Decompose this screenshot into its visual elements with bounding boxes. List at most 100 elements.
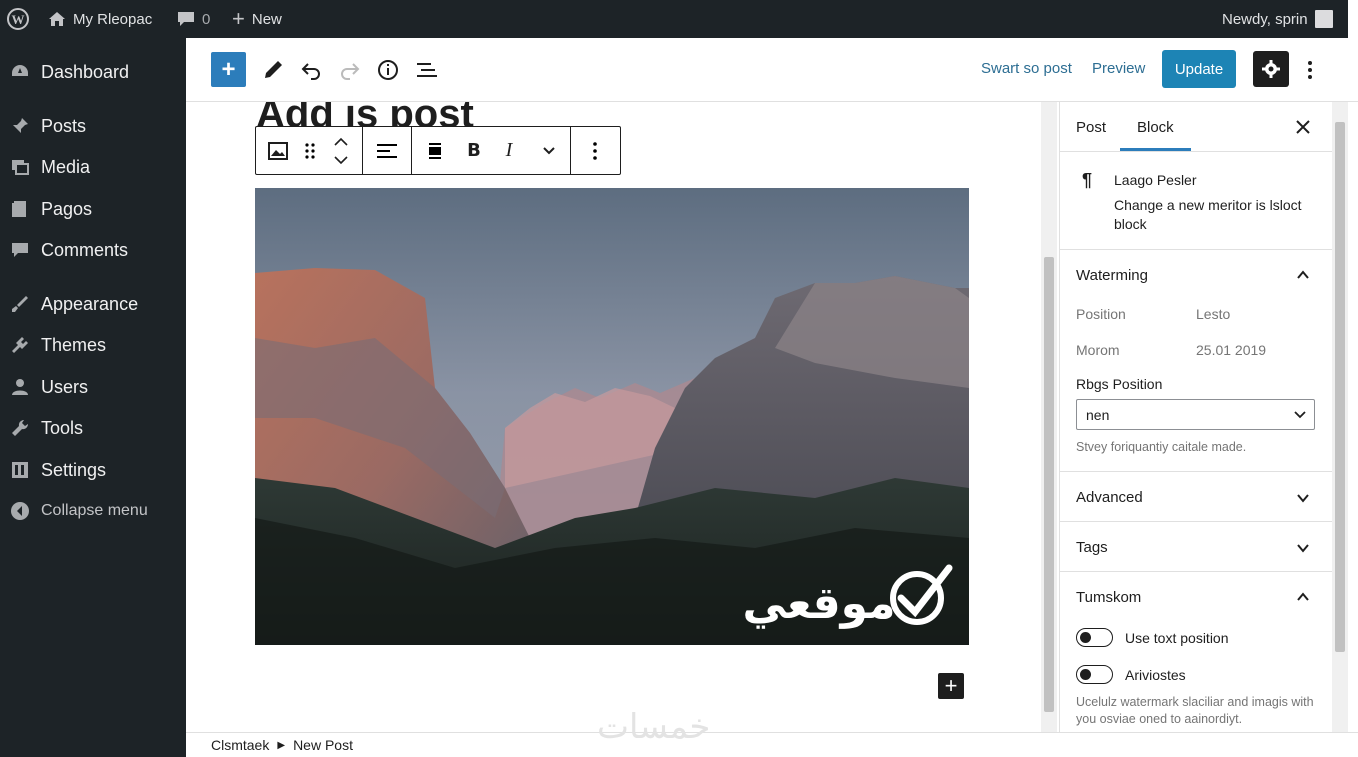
bold-icon: B [467,140,481,161]
block-card: ¶ Laago Pesler Change a new meritor is l… [1060,152,1332,250]
menu-item-pages[interactable]: Pagos [0,191,186,227]
tools-button[interactable] [259,56,287,84]
canvas-scrollbar[interactable] [1041,102,1057,732]
kebab-icon [593,141,597,160]
panel-tags[interactable]: Tags [1060,522,1332,572]
wordpress-logo-icon[interactable]: W [7,0,29,38]
page-icon [9,198,31,220]
media-icon [9,156,31,178]
details-button[interactable] [374,56,402,84]
redo-button[interactable] [336,56,364,84]
menu-item-dashboard[interactable]: Dashboard [0,54,186,90]
toggle-ariviostes[interactable] [1076,665,1113,684]
position-select[interactable]: nen [1076,399,1315,430]
list-view-icon [417,63,437,77]
canvas-scroll-thumb[interactable] [1044,257,1054,712]
italic-icon: I [505,139,513,161]
menu-item-tools[interactable]: Tools [0,410,186,446]
menu-item-media[interactable]: Media [0,149,186,185]
image-block[interactable]: موقعي [255,188,969,645]
block-toolbar-group-type [256,127,363,174]
menu-item-comments[interactable]: Comments [0,232,186,268]
comments-link[interactable]: 0 [177,0,210,38]
sidebar-scroll-thumb[interactable] [1335,122,1345,652]
add-block-button[interactable]: + [938,673,964,699]
toggle-use-text-position[interactable] [1076,628,1113,647]
tab-post[interactable]: Post [1076,119,1106,136]
panel-help-text: Ucelulz watermark slaciliar and imagis w… [1076,695,1314,726]
breadcrumb-current[interactable]: New Post [293,737,353,753]
block-inserter-button[interactable]: + [211,52,246,87]
pin-icon [9,115,31,137]
menu-item-users[interactable]: Users [0,369,186,405]
row-value-morom[interactable]: 25.01 2019 [1196,342,1266,358]
avatar [1314,10,1333,28]
options-menu-button[interactable] [1298,56,1322,84]
comment-icon [178,12,194,26]
panel-title[interactable]: Waterming [1076,267,1148,284]
breadcrumb-root[interactable]: Clsmtaek [211,737,269,753]
menu-label: Appearance [41,293,139,314]
comment-icon [9,239,31,261]
select-help-text: Stvey foriquantiy caitale made. [1076,440,1247,454]
sidebar-scrollbar[interactable] [1332,102,1348,732]
editor-header: + Swart so post Preview Update [186,38,1358,102]
drag-handle[interactable] [300,127,320,174]
my-account-link[interactable]: Newdy, sprin [1222,0,1333,38]
menu-label: Settings [41,459,107,480]
move-up-down-button[interactable] [320,127,362,174]
italic-button[interactable]: I [490,127,528,174]
menu-label: Dashboard [41,61,130,82]
menu-item-themes[interactable]: Themes [0,327,186,363]
update-button[interactable]: Update [1162,50,1236,88]
preview-button[interactable]: Preview [1092,60,1145,77]
plus-icon: + [221,55,236,83]
home-icon [49,12,65,26]
new-label: New [251,10,282,28]
chevron-up-icon[interactable] [1296,268,1310,282]
plugin-icon [9,334,31,356]
user-icon [9,376,31,398]
more-formats-button[interactable] [528,127,570,174]
chevron-up-icon[interactable] [1296,590,1310,604]
chevron-down-icon [1294,411,1306,419]
row-value-position[interactable]: Lesto [1196,306,1230,322]
redo-icon [341,63,360,80]
block-toolbar-group-format: B I [412,127,571,174]
menu-item-posts[interactable]: Posts [0,108,186,144]
chevron-down-icon [543,146,555,154]
active-tab-indicator [1120,148,1191,151]
comments-count: 0 [202,10,211,28]
settings-toggle-button[interactable] [1253,51,1289,87]
dashboard-icon [9,61,31,83]
plus-icon: + [944,673,958,698]
panel-title[interactable]: Tumskom [1076,589,1141,606]
panel-title: Tags [1076,539,1108,556]
menu-item-appearance[interactable]: Appearance [0,286,186,322]
row-label-morom: Morom [1076,342,1120,358]
align-center-icon [429,142,441,159]
save-draft-button[interactable]: Swart so post [981,60,1072,77]
image-align-button[interactable] [412,127,458,174]
menu-item-settings[interactable]: Settings [0,452,186,488]
admin-bar: W My Rleopac 0 + New Newdy, sprin [0,0,1348,38]
row-label-position: Position [1076,306,1126,322]
greeting: Newdy, sprin [1222,10,1308,28]
undo-button[interactable] [297,56,325,84]
chevron-down-icon [1297,544,1309,553]
site-name-link[interactable]: My Rleopac [48,0,152,38]
close-sidebar-button[interactable] [1292,116,1314,138]
tab-block[interactable]: Block [1137,119,1174,136]
kebab-icon [1308,61,1312,79]
toggle-label: Ariviostes [1125,667,1186,683]
collapse-menu-button[interactable]: Collapse menu [0,493,186,529]
drag-icon [305,142,315,159]
block-type-button[interactable] [256,127,300,174]
panel-advanced[interactable]: Advanced [1060,472,1332,522]
list-view-button[interactable] [413,56,441,84]
bold-button[interactable]: B [458,127,490,174]
block-card-title: Laago Pesler [1114,172,1197,188]
new-content-link[interactable]: + New [232,0,282,38]
block-options-button[interactable] [571,127,619,174]
align-button[interactable] [363,127,411,174]
